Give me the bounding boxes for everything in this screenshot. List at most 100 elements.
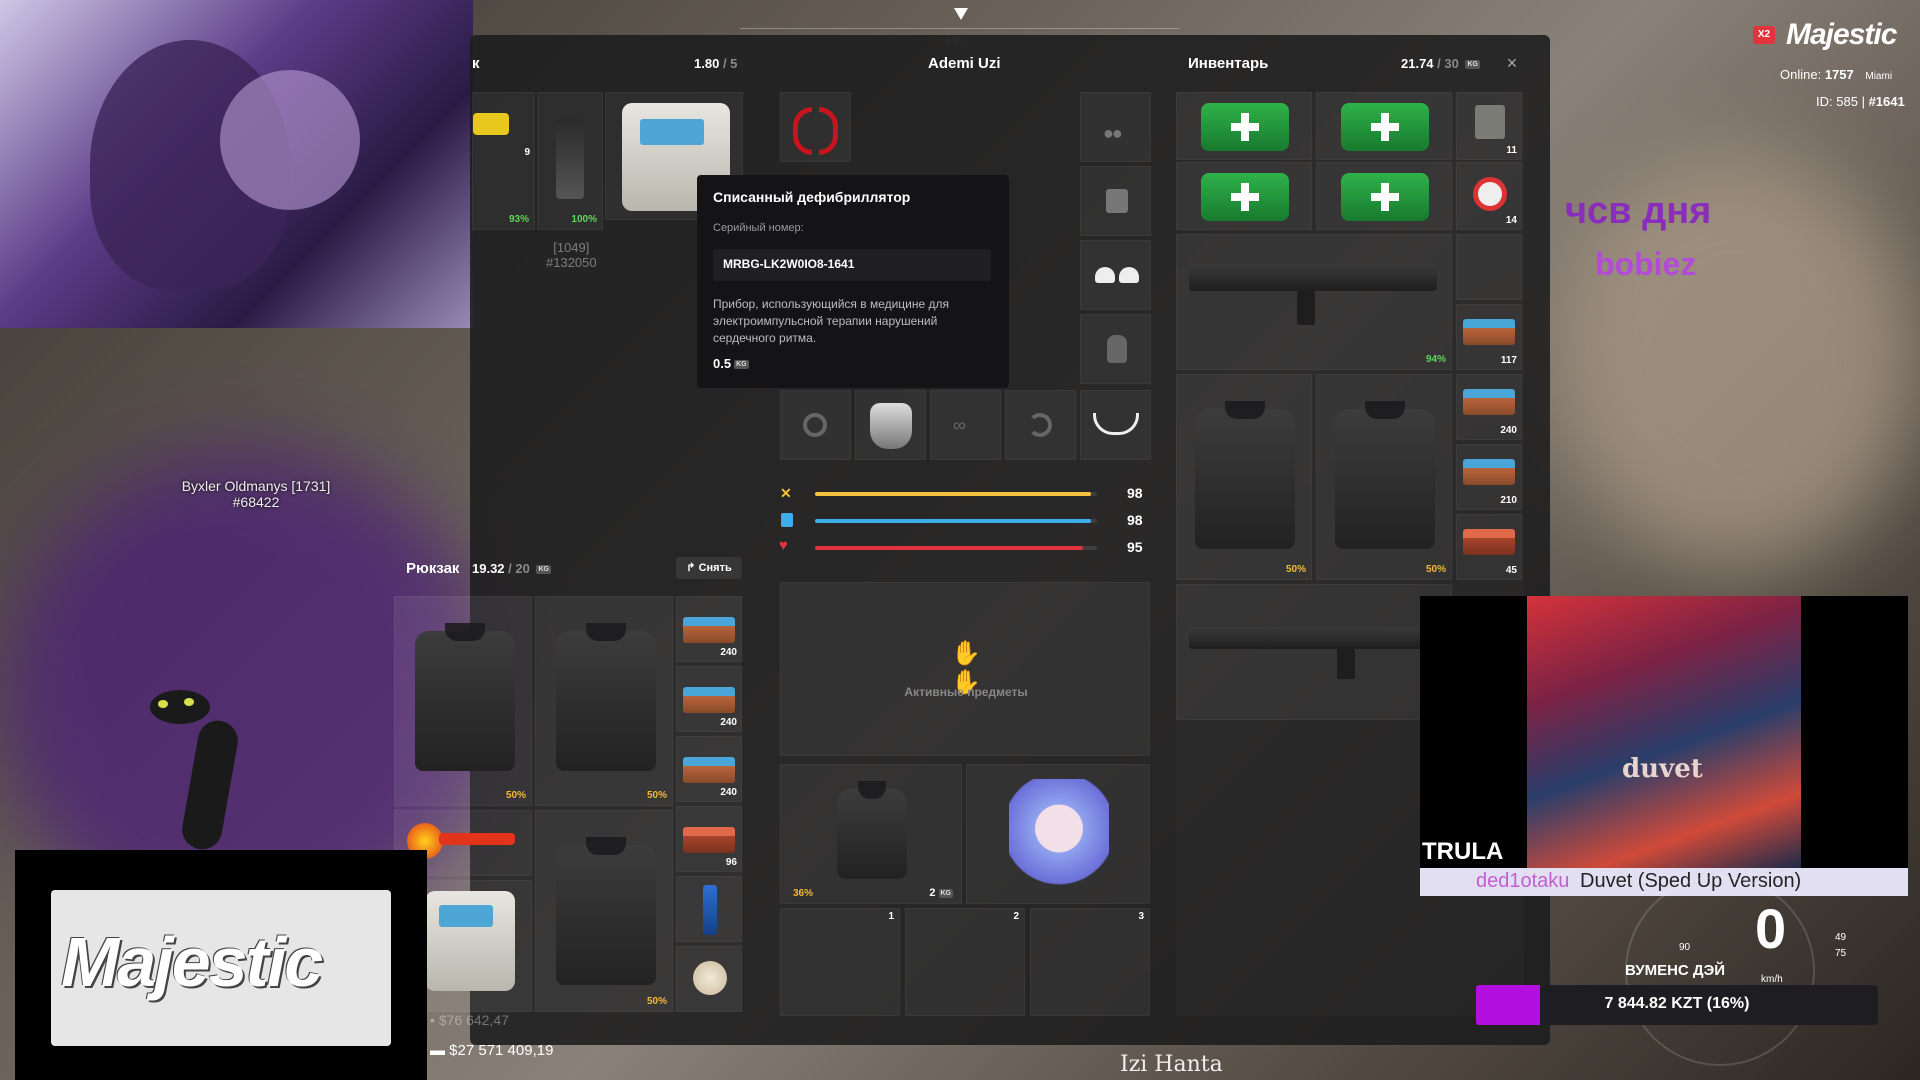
player-name: Byxler Oldmanys [1731]: [181, 478, 331, 494]
equip-slot-earrings[interactable]: ∞: [930, 390, 1001, 460]
thirst-value: 98: [1127, 512, 1143, 528]
equip-slot-armor[interactable]: 36% 2 KG: [780, 764, 962, 904]
body-armor-icon: [1335, 401, 1435, 549]
flowers-icon: [693, 961, 727, 995]
quick-slot-3[interactable]: 3: [1030, 908, 1150, 1016]
item-count: 240: [1500, 425, 1517, 436]
equip-slot-bracelet[interactable]: [780, 390, 851, 460]
inventory-slot-vest[interactable]: 50%: [1316, 374, 1452, 580]
street-name: ВУМЕНС ДЭЙ: [1625, 962, 1726, 979]
ammo-box-icon: [1463, 459, 1515, 485]
equip-slot-mask[interactable]: [855, 390, 926, 460]
remove-label: Снять: [698, 562, 732, 574]
defibrillator-icon: [425, 891, 515, 991]
cash-amount: ▪ $76 642,47: [430, 1012, 509, 1028]
inventory-slot-rifle[interactable]: [1176, 584, 1452, 720]
inventory-slot-medkit[interactable]: [1316, 162, 1452, 230]
active-items-area[interactable]: ✋✋ Активные предметы: [780, 582, 1150, 756]
inventory-slot-ammo[interactable]: 240: [1456, 374, 1522, 440]
item-condition: 36%: [793, 888, 814, 899]
equip-slot-accessory[interactable]: [1080, 390, 1151, 460]
player-name-tag: Byxler Oldmanys [1731] #68422: [168, 478, 344, 510]
equip-slot-shirt[interactable]: [1080, 166, 1151, 236]
id-hash: #1641: [1868, 94, 1905, 109]
bottom-nickname: Izi Hanta: [1120, 1052, 1223, 1077]
backpack-slot-vest[interactable]: 50%: [394, 596, 532, 806]
pocket-caption-line: #132050: [546, 255, 597, 270]
equip-slot-pet[interactable]: [966, 764, 1150, 904]
equip-slot-glasses[interactable]: ●●: [1080, 92, 1151, 162]
item-weight: 2 KG: [929, 887, 953, 899]
backpack-slot-ammo[interactable]: 240: [676, 666, 742, 732]
backpack-slot-lighter[interactable]: [676, 876, 742, 942]
earrings-icon: ∞: [953, 415, 966, 435]
backpack-weight-value: 19.32: [472, 561, 505, 576]
quick-slot-2[interactable]: 2: [905, 908, 1025, 1016]
inventory-slot-ammo[interactable]: 210: [1456, 444, 1522, 510]
plastic-bag-icon: [1475, 105, 1505, 139]
bank-value: $27 571 409,19: [449, 1042, 554, 1059]
equip-slot-horns[interactable]: [780, 92, 851, 162]
inventory-slot-vest[interactable]: 50%: [1176, 374, 1312, 580]
shirt-icon: [1106, 189, 1128, 213]
avatar-face: [220, 70, 360, 210]
shoes-icon: [1119, 267, 1139, 283]
server-badge: X2: [1753, 26, 1775, 44]
item-count: 45: [1505, 565, 1517, 576]
inventory-weight-value: 21.74: [1401, 56, 1434, 71]
item-count: 117: [1500, 355, 1517, 366]
donation-goal-bar: 7 844.82 KZT (16%): [1476, 985, 1878, 1025]
backpack-slot-flowers[interactable]: [676, 946, 742, 1012]
item-count: 240: [720, 717, 737, 728]
inventory-slot-medkit[interactable]: [1176, 162, 1312, 230]
bank-amount: ▬ $27 571 409,19: [430, 1042, 553, 1059]
kg-badge: KG: [1465, 60, 1480, 70]
backpack-slot-vest[interactable]: 50%: [535, 596, 673, 806]
body-armor-icon: [1195, 401, 1295, 549]
tooltip-serial-label: Серийный номер:: [713, 222, 804, 234]
fuel-value: 49: [1835, 932, 1847, 943]
backpack-slot-ammo[interactable]: 96: [676, 806, 742, 872]
item-condition: 100%: [571, 214, 597, 225]
body-armor-icon: [837, 781, 907, 879]
equip-slot-shoes[interactable]: [1080, 240, 1151, 310]
pocket-slot-pistol[interactable]: 100%: [537, 92, 603, 230]
inventory-slot-rifle[interactable]: 94%: [1176, 234, 1452, 370]
item-condition: 93%: [508, 214, 529, 225]
album-title: duvet: [1622, 754, 1703, 784]
rifle-icon: [1189, 627, 1439, 649]
close-button[interactable]: ×: [1502, 54, 1522, 74]
now-playing-bar: ded1otaku Duvet (Sped Up Version): [1420, 868, 1908, 896]
equip-slot-gloves[interactable]: [1080, 314, 1151, 384]
ammo-box-icon: [683, 757, 735, 783]
overlay-caption: чсв дня: [1565, 190, 1712, 232]
quick-slot-1[interactable]: 1: [780, 908, 900, 1016]
pocket-slot-taser[interactable]: 9 93%: [472, 92, 535, 230]
donation-goal-label: 7 844.82 KZT (16%): [1604, 995, 1750, 1012]
inventory-slot-bandage[interactable]: 14: [1456, 162, 1522, 230]
water-icon: [781, 513, 793, 527]
ammo-box-icon: [683, 827, 735, 853]
inventory-slot-ammo[interactable]: 117: [1456, 304, 1522, 370]
backpack-slot-vest[interactable]: 50%: [535, 810, 673, 1012]
overlay-username: bobiez: [1595, 246, 1697, 282]
kg-badge: KG: [536, 565, 551, 575]
backpack-slot-ammo[interactable]: 240: [676, 596, 742, 662]
remove-backpack-button[interactable]: ↱ Снять: [676, 557, 742, 579]
item-tooltip: Списанный дефибриллятор Серийный номер: …: [697, 175, 1009, 388]
cash-value: $76 642,47: [438, 1012, 509, 1028]
equip-slot-watch[interactable]: [1005, 390, 1076, 460]
inventory-slot-medkit[interactable]: [1316, 92, 1452, 160]
inventory-slot-ammo[interactable]: 45: [1456, 514, 1522, 580]
server-online: Online: 1757 Miami: [1780, 67, 1892, 82]
id-value: 585: [1836, 94, 1858, 109]
inventory-slot-bag[interactable]: 11: [1456, 92, 1522, 160]
item-count: 11: [1506, 145, 1517, 156]
backpack-slot-ammo[interactable]: 240: [676, 736, 742, 802]
fuel-value-2: 75: [1835, 948, 1847, 959]
inventory-weight-capacity: / 30: [1437, 56, 1459, 71]
inventory-slot-empty[interactable]: [1456, 234, 1522, 300]
medkit-icon: [1341, 173, 1429, 221]
inventory-slot-medkit[interactable]: [1176, 92, 1312, 160]
pocket-caption-line: [1049]: [553, 240, 590, 255]
